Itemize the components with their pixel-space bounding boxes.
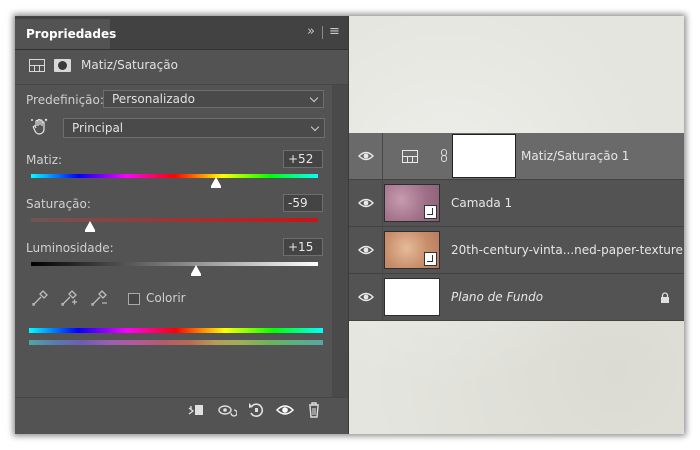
colorize-label: Colorir bbox=[146, 291, 186, 305]
layer-mask-thumbnail[interactable] bbox=[452, 134, 516, 178]
lightness-slider-track[interactable] bbox=[31, 262, 318, 266]
layer-row-paper-texture[interactable]: 20th-century-vinta...ned-paper-texture bbox=[349, 227, 684, 274]
lightness-value-input[interactable]: +15 bbox=[283, 238, 323, 256]
adjustment-title: Matiz/Saturação bbox=[81, 58, 178, 72]
hue-value-input[interactable]: +52 bbox=[283, 150, 323, 168]
adjustment-layer-icon bbox=[402, 150, 418, 163]
channel-select-value: Principal bbox=[72, 121, 124, 135]
channel-select[interactable]: Principal bbox=[63, 118, 325, 138]
chevron-down-icon bbox=[310, 122, 320, 132]
eyedropper-add-icon[interactable] bbox=[60, 289, 78, 307]
collapse-panels-icon[interactable]: » bbox=[307, 25, 315, 39]
trash-icon[interactable] bbox=[304, 400, 324, 420]
layer-visibility-eye-icon[interactable] bbox=[358, 149, 374, 163]
panel-bottom-toolbar bbox=[15, 397, 348, 434]
layer-visibility-eye-icon[interactable] bbox=[358, 290, 374, 304]
panel-tab-bar: Propriedades » ≡ bbox=[15, 16, 348, 50]
view-previous-state-icon[interactable] bbox=[217, 400, 238, 420]
lock-icon[interactable] bbox=[660, 292, 670, 304]
adjustment-layer-icon[interactable] bbox=[29, 59, 45, 72]
layer-name: Plano de Fundo bbox=[451, 290, 544, 304]
preset-select-value: Personalizado bbox=[112, 92, 195, 106]
hue-label: Matiz: bbox=[26, 153, 63, 167]
lightness-slider-thumb[interactable] bbox=[191, 265, 202, 276]
saturation-value-input[interactable]: -59 bbox=[283, 194, 323, 212]
eye-column-divider bbox=[382, 180, 383, 227]
layer-row-camada-1[interactable]: Camada 1 bbox=[349, 180, 684, 227]
eye-column-divider bbox=[382, 227, 383, 274]
lightness-label: Luminosidade: bbox=[26, 241, 114, 255]
layers-panel: Matiz/Saturação 1 Camada 1 20th-century-… bbox=[348, 133, 684, 321]
eye-column-divider bbox=[382, 274, 383, 321]
chevron-down-icon bbox=[309, 93, 319, 103]
tab-properties[interactable]: Propriedades bbox=[15, 19, 116, 49]
preset-label: Predefinição: bbox=[26, 93, 104, 107]
eyedropper-icon[interactable] bbox=[31, 289, 49, 307]
header-divider-line bbox=[15, 84, 348, 85]
clip-to-layer-icon[interactable] bbox=[186, 400, 206, 420]
saturation-slider-thumb[interactable] bbox=[84, 221, 95, 232]
hue-slider-thumb[interactable] bbox=[210, 177, 221, 188]
layer-name: Matiz/Saturação 1 bbox=[521, 149, 630, 163]
colorize-checkbox[interactable] bbox=[128, 293, 140, 305]
visibility-eye-icon[interactable] bbox=[275, 400, 295, 420]
layer-name: 20th-century-vinta...ned-paper-texture bbox=[451, 243, 683, 257]
layer-thumbnail[interactable] bbox=[384, 184, 440, 222]
smart-object-icon bbox=[424, 205, 437, 219]
smart-object-icon bbox=[424, 252, 437, 266]
photoshop-window: Propriedades » ≡ Matiz/Saturação Predefi… bbox=[15, 16, 684, 434]
hue-slider-track[interactable] bbox=[31, 174, 318, 178]
properties-panel: Propriedades » ≡ Matiz/Saturação Predefi… bbox=[15, 16, 349, 434]
targeted-adjustment-hand-icon[interactable] bbox=[31, 118, 49, 136]
eyedropper-subtract-icon[interactable] bbox=[90, 289, 108, 307]
layer-visibility-eye-icon[interactable] bbox=[358, 243, 374, 257]
layer-mask-icon[interactable] bbox=[54, 59, 71, 72]
layer-row-hue-saturation[interactable]: Matiz/Saturação 1 bbox=[349, 133, 684, 180]
layer-name: Camada 1 bbox=[451, 196, 513, 210]
header-divider bbox=[322, 26, 323, 39]
saturation-label: Saturação: bbox=[26, 197, 91, 211]
panel-menu-icon[interactable]: ≡ bbox=[329, 25, 340, 39]
saturation-slider-track[interactable] bbox=[31, 218, 318, 222]
link-chain-icon[interactable] bbox=[440, 149, 448, 162]
layer-visibility-eye-icon[interactable] bbox=[358, 196, 374, 210]
output-color-spectrum bbox=[29, 340, 323, 345]
reset-icon[interactable] bbox=[246, 400, 266, 420]
preset-select[interactable]: Personalizado bbox=[103, 90, 324, 108]
panel-scrollbar[interactable] bbox=[332, 85, 348, 397]
eye-column-divider bbox=[382, 133, 383, 180]
input-color-spectrum bbox=[29, 328, 323, 333]
layer-thumbnail[interactable] bbox=[384, 278, 440, 316]
layer-row-background[interactable]: Plano de Fundo bbox=[349, 274, 684, 321]
layer-thumbnail[interactable] bbox=[384, 231, 440, 269]
